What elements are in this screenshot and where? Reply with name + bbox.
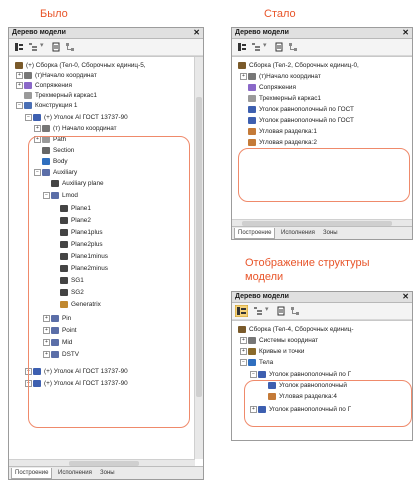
part-icon xyxy=(33,114,41,121)
assembly-icon xyxy=(238,326,246,333)
tabs-bar: Построение Исполнения Зоны xyxy=(232,226,412,239)
panel-title: Дерево модели ✕ xyxy=(232,28,412,39)
close-icon[interactable]: ✕ xyxy=(402,28,409,38)
tree-node[interactable]: (т)Начало координат xyxy=(35,71,97,80)
structure-icon[interactable] xyxy=(28,42,38,52)
curves-icon xyxy=(248,348,256,355)
model-tree-panel-after: Дерево модели ✕ ▾ Сборка (Тел-2, Сборочн… xyxy=(231,27,413,240)
wireframe-icon xyxy=(24,92,32,99)
tree-node[interactable]: Угловая разделка:1 xyxy=(259,127,317,136)
collapse-toggle-icon[interactable]: − xyxy=(250,371,257,378)
construction-icon xyxy=(24,102,32,109)
part-icon xyxy=(248,106,256,113)
scrollbar-thumb[interactable] xyxy=(196,97,202,397)
assembly-icon xyxy=(238,62,246,69)
tree-node[interactable]: Трехмерный каркас1 xyxy=(35,91,97,100)
panel-title-text: Дерево модели xyxy=(235,29,289,36)
tree-node[interactable]: Уголок равнополочный по Г xyxy=(269,370,351,379)
mates-icon xyxy=(248,84,256,91)
tree-node[interactable]: Сборка (Тел-4, Сборочных единиц- xyxy=(249,325,353,334)
highlight-oval-right-bottom xyxy=(244,380,412,427)
tree-node[interactable]: (т) Начало координат xyxy=(53,124,117,133)
tree-node[interactable]: Угловая разделка:2 xyxy=(259,138,317,147)
tree-node[interactable]: Кривые и точки xyxy=(259,347,304,356)
corner-icon xyxy=(248,139,256,146)
expand-toggle-icon[interactable]: + xyxy=(16,82,23,89)
dropdown-arrow-icon[interactable]: ▾ xyxy=(265,305,269,313)
tab-zones[interactable]: Зоны xyxy=(97,468,118,478)
dropdown-arrow-icon[interactable]: ▾ xyxy=(40,41,44,49)
document-icon[interactable] xyxy=(276,306,286,316)
close-icon[interactable]: ✕ xyxy=(193,28,200,38)
structure-icon[interactable] xyxy=(251,42,261,52)
tree-mode-icon[interactable] xyxy=(237,42,247,52)
assembly-icon xyxy=(15,62,23,69)
toolbar: ▾ xyxy=(232,303,412,320)
tree-structure-icon[interactable] xyxy=(290,306,300,316)
expand-toggle-icon[interactable]: + xyxy=(240,348,247,355)
expand-toggle-icon[interactable]: + xyxy=(240,337,247,344)
caption-structure-2: модели xyxy=(245,271,284,283)
collapse-toggle-icon[interactable]: − xyxy=(16,102,23,109)
tab-variants[interactable]: Исполнения xyxy=(278,228,318,238)
highlight-oval-right-top xyxy=(238,148,410,202)
corner-icon xyxy=(248,128,256,135)
collapse-toggle-icon[interactable]: − xyxy=(25,114,32,121)
panel-title: Дерево модели ✕ xyxy=(9,28,203,39)
tree-node[interactable]: Тела xyxy=(259,358,273,367)
coordsys-icon xyxy=(248,337,256,344)
tab-zones[interactable]: Зоны xyxy=(320,228,341,238)
caption-before: Было xyxy=(40,8,68,20)
tree-node[interactable]: Уголок равнополочный по ГОСТ xyxy=(259,116,354,125)
toolbar: ▾ xyxy=(232,39,412,56)
tree-node[interactable]: Трехмерный каркас1 xyxy=(259,94,321,103)
vertical-scrollbar[interactable] xyxy=(194,57,203,459)
panel-title-text: Дерево модели xyxy=(235,293,289,300)
panel-title: Дерево модели ✕ xyxy=(232,292,412,303)
expand-toggle-icon[interactable]: + xyxy=(34,125,41,132)
origin-icon xyxy=(42,125,50,132)
caption-structure: Отображение структуры xyxy=(245,257,370,269)
panel-title-text: Дерево модели xyxy=(12,29,66,36)
document-icon[interactable] xyxy=(51,42,61,52)
tab-variants[interactable]: Исполнения xyxy=(55,468,95,478)
tree-node[interactable]: Уголок равнополочный по ГОСТ xyxy=(259,105,354,114)
collapse-toggle-icon[interactable]: − xyxy=(240,359,247,366)
tree-node[interactable]: Системы координат xyxy=(259,336,318,345)
tab-construction[interactable]: Построение xyxy=(11,468,53,479)
bodies-icon xyxy=(248,359,256,366)
expand-toggle-icon[interactable]: + xyxy=(240,73,247,80)
tree-node[interactable]: (т)Начало координат xyxy=(259,72,321,81)
tree-structure-icon[interactable] xyxy=(65,42,75,52)
tree-node[interactable]: Сопряжения xyxy=(35,81,72,90)
part-icon xyxy=(258,371,266,378)
mates-icon xyxy=(24,82,32,89)
close-icon[interactable]: ✕ xyxy=(402,292,409,302)
tree-mode-icon-active[interactable] xyxy=(235,305,248,317)
toolbar: ▾ xyxy=(9,39,203,56)
dropdown-arrow-icon[interactable]: ▾ xyxy=(263,41,267,49)
tree-structure-icon[interactable] xyxy=(288,42,298,52)
document-icon[interactable] xyxy=(274,42,284,52)
highlight-oval-left xyxy=(28,136,190,428)
tree-node[interactable]: Сборка (Тел-2, Сборочных единиц-0, xyxy=(249,61,359,70)
expand-toggle-icon[interactable]: + xyxy=(16,72,23,79)
tree-node[interactable]: (+) Уголок Al ГОСТ 13737-90 xyxy=(44,113,128,122)
tree-node[interactable]: (+) Сборка (Тел-0, Сборочных единиц-5, xyxy=(26,61,146,70)
tabs-bar: Построение Исполнения Зоны xyxy=(9,466,203,479)
tree-node[interactable]: Сопряжения xyxy=(259,83,296,92)
tree-node[interactable]: Конструкция 1 xyxy=(35,101,77,110)
part-icon xyxy=(248,117,256,124)
caption-after: Стало xyxy=(264,8,296,20)
tab-construction[interactable]: Построение xyxy=(234,228,276,239)
tree-mode-icon[interactable] xyxy=(14,42,24,52)
wireframe-icon xyxy=(248,95,256,102)
origin-icon xyxy=(24,72,32,79)
origin-icon xyxy=(248,73,256,80)
structure-icon[interactable] xyxy=(253,306,263,316)
